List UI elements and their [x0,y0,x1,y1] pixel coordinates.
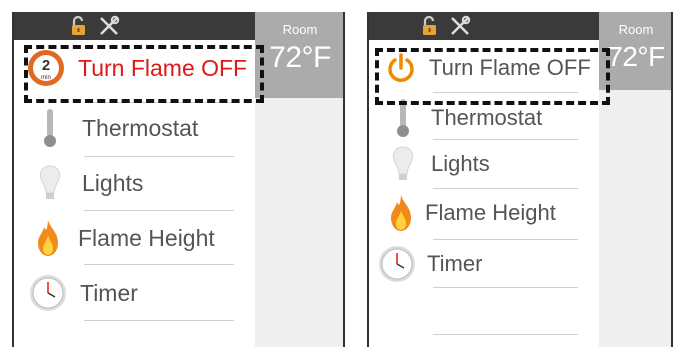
menu-item-lights[interactable]: Lights [14,163,143,203]
room-label: Room [282,22,318,37]
menu-item-timer[interactable]: Timer [14,273,138,313]
room-temperature: 72°F [607,41,665,72]
menu-label-flame-height: Flame Height [425,200,556,225]
highlight-box [24,45,264,103]
menu-label-flame-height: Flame Height [78,224,215,251]
clock-icon [377,244,417,284]
menu-label-timer: Timer [427,251,483,276]
room-temperature-box: Room 72°F [255,12,343,98]
menu-item-thermostat[interactable]: Thermostat [14,108,198,148]
divider [433,287,578,288]
unlock-icon[interactable] [421,15,439,41]
divider [84,156,234,157]
top-bar [14,12,255,40]
menu-item-lights[interactable]: Lights [369,144,490,184]
menu-label-lights: Lights [431,151,490,176]
divider [433,239,578,240]
divider [84,264,234,265]
menu-label-timer: Timer [80,279,138,306]
room-temperature-box: Room 72°F [599,12,671,90]
divider [84,320,234,321]
menu-label-thermostat: Thermostat [431,105,543,130]
room-sidebar: Room 72°F [599,12,671,347]
right-screen: Turn Flame OFF Thermostat Lights Flame H… [367,12,673,347]
flame-icon [381,193,421,233]
menu-label-thermostat: Thermostat [82,114,199,141]
unlock-icon[interactable] [70,15,88,41]
highlight-box [375,48,610,105]
thermometer-icon [30,108,70,148]
room-temperature: 72°F [269,41,331,74]
top-bar [369,12,599,40]
tools-icon[interactable] [449,15,471,42]
menu-label-lights: Lights [82,169,144,196]
clock-icon [28,273,68,313]
flame-icon [28,218,68,258]
tools-icon[interactable] [98,15,120,42]
menu-item-flame-height[interactable]: Flame Height [14,218,215,258]
light-bulb-icon [383,144,423,184]
divider [433,188,578,189]
divider [433,334,578,335]
room-sidebar: Room 72°F [255,12,343,347]
divider [433,139,578,140]
light-bulb-icon [30,163,70,203]
menu-item-timer[interactable]: Timer [369,244,482,284]
room-label: Room [618,22,654,37]
divider [84,210,234,211]
menu-item-flame-height[interactable]: Flame Height [369,193,556,233]
left-screen: 2 min Turn Flame OFF Thermostat Lights F… [12,12,345,347]
